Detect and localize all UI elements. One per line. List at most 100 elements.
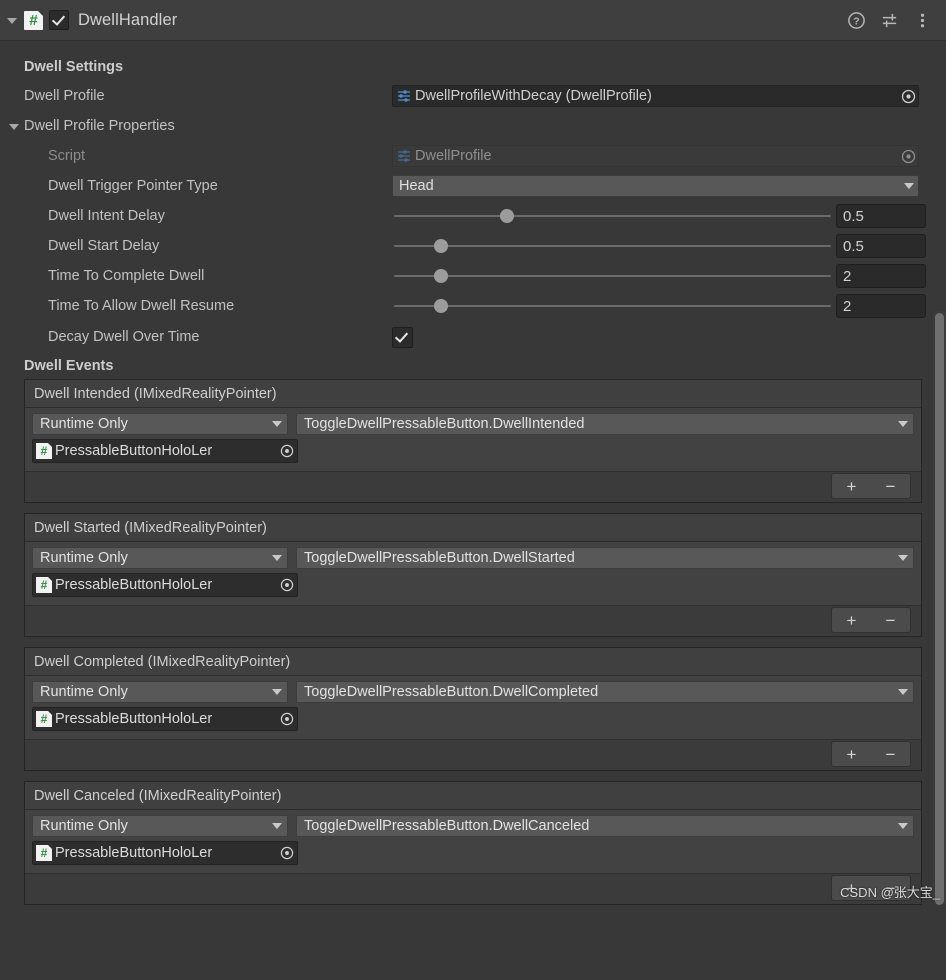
object-picker-icon[interactable] — [277, 575, 297, 595]
event-method-dropdown[interactable]: ToggleDwellPressableButton.DwellStarted — [296, 547, 914, 569]
time-to-complete-dwell-row: Time To Complete Dwell 2 — [0, 261, 946, 291]
event-call-mode-dropdown[interactable]: Runtime Only — [32, 413, 288, 435]
event-footer: + − — [25, 472, 921, 502]
script-row: Script DwellProfile — [0, 141, 946, 171]
dwell-profile-object-field[interactable]: DwellProfileWithDecay (DwellProfile) — [392, 85, 919, 107]
event-call-mode-dropdown[interactable]: Runtime Only — [32, 681, 288, 703]
dwell-settings-section-header: Dwell Settings — [0, 53, 946, 81]
scriptable-object-icon — [398, 150, 410, 162]
object-picker-icon[interactable] — [898, 86, 918, 106]
event-target-object-field[interactable]: # PressableButtonHoloLer — [32, 841, 298, 865]
component-title: DwellHandler — [78, 10, 178, 29]
more-menu-icon[interactable] — [913, 11, 932, 30]
event-entry-list: Runtime Only ToggleDwellPressableButton.… — [25, 408, 921, 472]
scriptable-object-icon — [398, 90, 410, 102]
event-target-value: PressableButtonHoloLer — [55, 845, 213, 861]
dwell-started-event-block: Dwell Started (IMixedRealityPointer) Run… — [24, 513, 922, 637]
slider-track — [394, 245, 831, 247]
add-listener-button[interactable]: + — [832, 742, 871, 766]
chevron-down-icon — [272, 555, 282, 561]
event-call-mode-dropdown[interactable]: Runtime Only — [32, 815, 288, 837]
csharp-script-icon: # — [36, 443, 52, 459]
dwell-trigger-pointer-type-row: Dwell Trigger Pointer Type Head — [0, 171, 946, 201]
time-to-allow-dwell-resume-slider[interactable] — [392, 295, 833, 317]
slider-thumb[interactable] — [499, 209, 514, 223]
script-label: Script — [48, 148, 86, 164]
object-picker-icon[interactable] — [277, 709, 297, 729]
add-listener-button[interactable]: + — [832, 608, 871, 632]
event-method-value: ToggleDwellPressableButton.DwellCanceled — [304, 818, 590, 834]
remove-listener-button[interactable]: − — [871, 474, 910, 498]
event-method-dropdown[interactable]: ToggleDwellPressableButton.DwellCanceled — [296, 815, 914, 837]
dwell-completed-event-block: Dwell Completed (IMixedRealityPointer) R… — [24, 647, 922, 771]
component-enabled-checkbox[interactable] — [49, 10, 69, 30]
time-to-allow-dwell-resume-row: Time To Allow Dwell Resume 2 — [0, 291, 946, 321]
event-method-dropdown[interactable]: ToggleDwellPressableButton.DwellComplete… — [296, 681, 914, 703]
decay-dwell-over-time-row: Decay Dwell Over Time — [0, 321, 946, 353]
event-target-object-field[interactable]: # PressableButtonHoloLer — [32, 439, 298, 463]
dwell-start-delay-label: Dwell Start Delay — [48, 238, 160, 254]
chevron-down-icon — [904, 183, 914, 189]
slider-thumb[interactable] — [433, 269, 448, 283]
dwell-intent-delay-row: Dwell Intent Delay 0.5 — [0, 201, 946, 231]
remove-listener-button[interactable]: − — [871, 608, 910, 632]
scrollbar-thumb[interactable] — [935, 313, 944, 905]
slider-thumb[interactable] — [433, 299, 448, 313]
event-call-mode-value: Runtime Only — [40, 818, 128, 834]
object-picker-icon[interactable] — [277, 441, 297, 461]
help-icon[interactable]: ? — [847, 11, 866, 30]
script-object-field: DwellProfile — [392, 145, 919, 167]
time-to-allow-dwell-resume-value[interactable]: 2 — [836, 294, 926, 318]
csharp-script-icon: # — [36, 845, 52, 861]
event-method-value: ToggleDwellPressableButton.DwellIntended — [304, 416, 585, 432]
svg-text:?: ? — [853, 16, 859, 27]
time-to-complete-dwell-slider[interactable] — [392, 265, 833, 287]
event-header: Dwell Completed (IMixedRealityPointer) — [25, 648, 921, 676]
dwell-start-delay-slider[interactable] — [392, 235, 833, 257]
properties-foldout-icon[interactable] — [8, 120, 21, 133]
event-target-row: # PressableButtonHoloLer — [32, 439, 914, 463]
object-picker-icon[interactable] — [277, 843, 297, 863]
component-foldout-toggle[interactable] — [6, 14, 19, 27]
event-header: Dwell Canceled (IMixedRealityPointer) — [25, 782, 921, 810]
event-target-object-field[interactable]: # PressableButtonHoloLer — [32, 707, 298, 731]
decay-dwell-over-time-checkbox[interactable] — [392, 326, 413, 348]
chevron-down-icon — [898, 689, 908, 695]
dwell-start-delay-value[interactable]: 0.5 — [836, 234, 926, 258]
event-header: Dwell Intended (IMixedRealityPointer) — [25, 380, 921, 408]
add-listener-button[interactable]: + — [832, 474, 871, 498]
event-entry: Runtime Only ToggleDwellPressableButton.… — [32, 547, 914, 569]
event-entry-list: Runtime Only ToggleDwellPressableButton.… — [25, 810, 921, 874]
event-target-value: PressableButtonHoloLer — [55, 577, 213, 593]
dwell-profile-properties-foldout[interactable]: Dwell Profile Properties — [0, 111, 946, 141]
slider-track — [394, 275, 831, 277]
event-footer: + − — [25, 874, 921, 904]
dwell-settings-label: Dwell Settings — [24, 59, 124, 75]
event-method-dropdown[interactable]: ToggleDwellPressableButton.DwellIntended — [296, 413, 914, 435]
event-entry: Runtime Only ToggleDwellPressableButton.… — [32, 413, 914, 435]
slider-thumb[interactable] — [433, 239, 448, 253]
watermark: CSDN @张大宝_ — [840, 885, 940, 900]
dwell-canceled-event-block: Dwell Canceled (IMixedRealityPointer) Ru… — [24, 781, 922, 905]
slider-track — [394, 215, 831, 217]
dwell-trigger-pointer-type-dropdown[interactable]: Head — [392, 175, 919, 197]
remove-listener-button[interactable]: − — [871, 742, 910, 766]
preset-icon[interactable] — [880, 11, 899, 30]
time-to-complete-dwell-value[interactable]: 2 — [836, 264, 926, 288]
event-target-value: PressableButtonHoloLer — [55, 711, 213, 727]
inspector-scrollbar[interactable] — [933, 311, 946, 905]
event-call-mode-dropdown[interactable]: Runtime Only — [32, 547, 288, 569]
chevron-down-icon — [272, 689, 282, 695]
slider-track — [394, 305, 831, 307]
event-target-row: # PressableButtonHoloLer — [32, 573, 914, 597]
dwell-events-label: Dwell Events — [24, 358, 114, 374]
chevron-down-icon — [272, 823, 282, 829]
event-footer: + − — [25, 740, 921, 770]
event-entry-list: Runtime Only ToggleDwellPressableButton.… — [25, 542, 921, 606]
dwell-intent-delay-value[interactable]: 0.5 — [836, 204, 926, 228]
dwell-intent-delay-slider[interactable] — [392, 205, 833, 227]
event-target-object-field[interactable]: # PressableButtonHoloLer — [32, 573, 298, 597]
chevron-down-icon — [898, 555, 908, 561]
event-method-value: ToggleDwellPressableButton.DwellComplete… — [304, 684, 599, 700]
event-target-row: # PressableButtonHoloLer — [32, 841, 914, 865]
